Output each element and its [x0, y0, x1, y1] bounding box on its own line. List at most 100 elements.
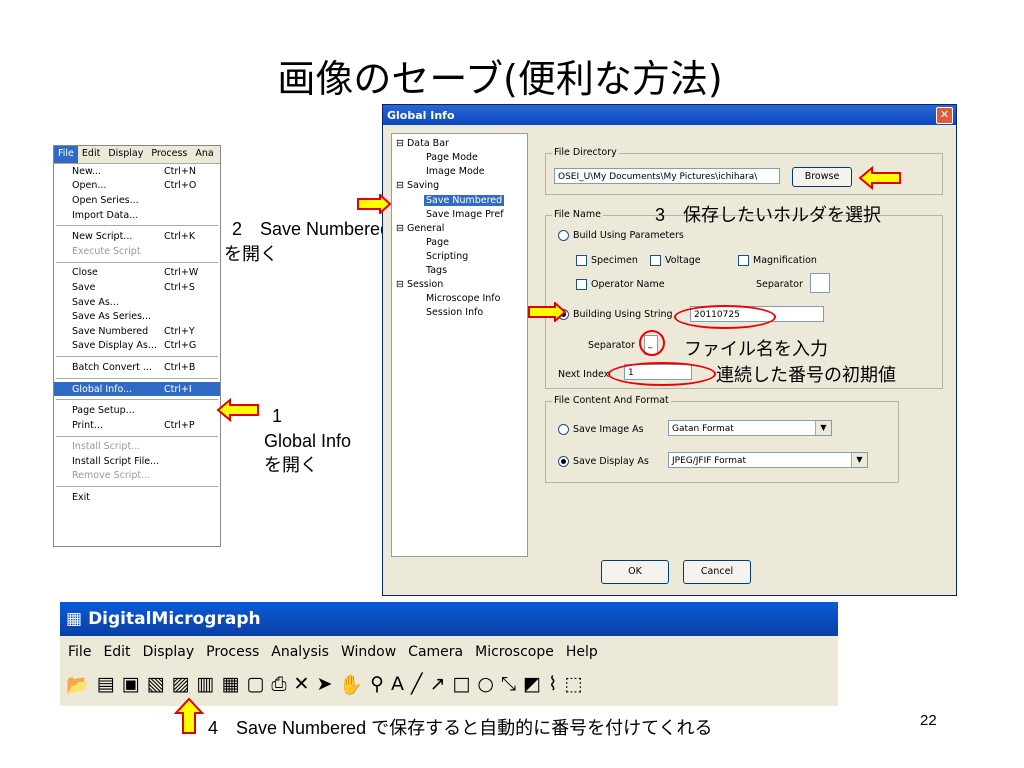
- text-icon[interactable]: A: [391, 673, 404, 695]
- open-folder-icon[interactable]: 📂: [66, 673, 90, 696]
- file-menu-item[interactable]: Print... Ctrl+P: [54, 418, 220, 433]
- tree-tags[interactable]: Tags: [426, 265, 447, 276]
- app-menu-microscope[interactable]: Microscope: [475, 644, 554, 660]
- file-menu-item[interactable]: Page Setup...: [54, 403, 220, 418]
- voltage-checkbox[interactable]: Voltage: [650, 255, 701, 266]
- checkbox-icon: [738, 255, 749, 266]
- separator-label: Separator: [756, 279, 803, 290]
- lasso-icon[interactable]: ⌇: [548, 673, 557, 695]
- tools-icon[interactable]: ✕: [294, 673, 310, 695]
- tree-save-image-pref[interactable]: Save Image Pref: [426, 209, 504, 220]
- app-menu-camera[interactable]: Camera: [408, 644, 463, 660]
- pointer-icon[interactable]: ➤: [316, 673, 332, 695]
- chevron-down-icon: ▼: [851, 453, 867, 467]
- menu-item-label: Save Numbered: [72, 325, 149, 337]
- file-menu-item[interactable]: Save As...: [54, 295, 220, 310]
- tree-save-numbered[interactable]: Save Numbered: [424, 195, 505, 206]
- ok-button[interactable]: OK: [601, 560, 669, 584]
- menu-item-label: Save: [72, 281, 96, 293]
- hand-icon[interactable]: ✋: [339, 673, 363, 696]
- magnification-checkbox[interactable]: Magnification: [738, 255, 817, 266]
- app-menu-display[interactable]: Display: [143, 644, 195, 660]
- file-menu-item[interactable]: Install Script File...: [54, 454, 220, 469]
- select-rect-icon[interactable]: ⬚: [564, 673, 582, 695]
- profile-icon[interactable]: ◩: [523, 673, 541, 695]
- chevron-down-icon: ▼: [815, 421, 831, 435]
- file-menu-item[interactable]: Execute Script: [54, 244, 220, 259]
- menu-analysis[interactable]: Ana: [191, 146, 217, 163]
- file-menu-item[interactable]: Save Display As... Ctrl+G: [54, 339, 220, 354]
- file-menu-item[interactable]: Save As Series...: [54, 309, 220, 324]
- app-menu-edit[interactable]: Edit: [103, 644, 130, 660]
- print-icon[interactable]: ⎙: [271, 673, 286, 695]
- tree-page-mode[interactable]: Page Mode: [426, 152, 478, 163]
- file-menu-item[interactable]: Close Ctrl+W: [54, 266, 220, 281]
- ellipse-icon[interactable]: ○: [477, 673, 494, 695]
- separator-input[interactable]: [810, 273, 830, 293]
- separator-highlight-ellipse: [639, 330, 665, 356]
- build-string-radio[interactable]: Building Using String: [558, 309, 673, 320]
- menu-display[interactable]: Display: [104, 146, 147, 163]
- preview-icon[interactable]: ▢: [246, 673, 264, 695]
- save-display-icon[interactable]: ▨: [172, 673, 190, 695]
- rectangle-icon[interactable]: □: [452, 673, 470, 695]
- tree-image-mode[interactable]: Image Mode: [426, 166, 485, 177]
- wand-icon[interactable]: ⤡: [501, 673, 516, 695]
- chart2-icon[interactable]: ▦: [221, 673, 239, 695]
- tree-microscope-info[interactable]: Microscope Info: [426, 293, 500, 304]
- app-menu-analysis[interactable]: Analysis: [271, 644, 329, 660]
- save-image-radio[interactable]: Save Image As: [558, 424, 644, 435]
- display-format-select[interactable]: JPEG/JFIF Format ▼: [668, 452, 868, 468]
- file-menu-item[interactable]: Open... Ctrl+O: [54, 179, 220, 194]
- file-menu-item[interactable]: Global Info... Ctrl+I: [54, 381, 220, 397]
- file-menu-item[interactable]: Batch Convert ... Ctrl+B: [54, 360, 220, 375]
- operator-checkbox[interactable]: Operator Name: [576, 279, 665, 290]
- tree-data-bar[interactable]: ⊟ Data Bar: [396, 138, 449, 149]
- file-menu-item[interactable]: Import Data...: [54, 208, 220, 223]
- file-menu-item[interactable]: New... Ctrl+N: [54, 164, 220, 179]
- browse-button[interactable]: Browse: [792, 167, 852, 187]
- menu-file[interactable]: File: [54, 146, 78, 163]
- app-menu-process[interactable]: Process: [206, 644, 259, 660]
- close-icon[interactable]: ✕: [936, 107, 953, 124]
- import-icon[interactable]: ▤: [97, 673, 115, 695]
- file-menu-item[interactable]: Exit: [54, 490, 220, 505]
- build-params-radio[interactable]: Build Using Parameters: [558, 230, 684, 241]
- tree-page[interactable]: Page: [426, 237, 449, 248]
- app-menu-window[interactable]: Window: [341, 644, 396, 660]
- menu-edit[interactable]: Edit: [78, 146, 104, 163]
- dialog-title: Global Info: [383, 105, 956, 125]
- specimen-checkbox[interactable]: Specimen: [576, 255, 638, 266]
- zoom-icon[interactable]: ⚲: [370, 673, 384, 695]
- menu-item-label: Close: [72, 267, 98, 279]
- step4-note: 4 Save Numbered で保存すると自動的に番号を付けてくれる: [208, 718, 713, 738]
- tree-scripting[interactable]: Scripting: [426, 251, 468, 262]
- menu-separator: [56, 225, 218, 227]
- toolbar: 📂 ▤ ▣ ▧ ▨ ▥ ▦ ▢ ⎙ ✕ ➤ ✋ ⚲ A ╱ ↗ □ ○ ⤡ ◩ …: [60, 668, 838, 700]
- app-menu-help[interactable]: Help: [566, 644, 598, 660]
- file-menu-item[interactable]: Open Series...: [54, 193, 220, 208]
- menu-item-shortcut: Ctrl+P: [164, 419, 195, 431]
- app-menu-file[interactable]: File: [68, 644, 91, 660]
- cancel-button[interactable]: Cancel: [683, 560, 751, 584]
- menu-item-label: Execute Script: [72, 245, 141, 257]
- step2-text: を開く: [224, 244, 278, 264]
- tree-saving[interactable]: ⊟ Saving: [396, 180, 439, 191]
- file-menu-item[interactable]: Save Numbered Ctrl+Y: [54, 324, 220, 339]
- file-menu-item[interactable]: Remove Script...: [54, 469, 220, 484]
- menu-process[interactable]: Process: [147, 146, 191, 163]
- chart-icon[interactable]: ▥: [196, 673, 214, 695]
- tree-session[interactable]: ⊟ Session: [396, 279, 443, 290]
- tree-session-info[interactable]: Session Info: [426, 307, 483, 318]
- file-menu-item[interactable]: Install Script...: [54, 440, 220, 455]
- line-icon[interactable]: ╱: [411, 673, 422, 695]
- save-icon[interactable]: ▣: [122, 673, 140, 695]
- file-menu-item[interactable]: New Script... Ctrl+K: [54, 229, 220, 244]
- directory-input[interactable]: OSEI_U\My Documents\My Pictures\ichihara…: [554, 168, 780, 184]
- tree-general[interactable]: ⊟ General: [396, 223, 444, 234]
- file-menu-item[interactable]: Save Ctrl+S: [54, 280, 220, 295]
- save-display-radio[interactable]: Save Display As: [558, 456, 649, 467]
- arrow-tool-icon[interactable]: ↗: [429, 673, 445, 695]
- save-numbered-icon[interactable]: ▧: [147, 673, 165, 695]
- image-format-select[interactable]: Gatan Format ▼: [668, 420, 832, 436]
